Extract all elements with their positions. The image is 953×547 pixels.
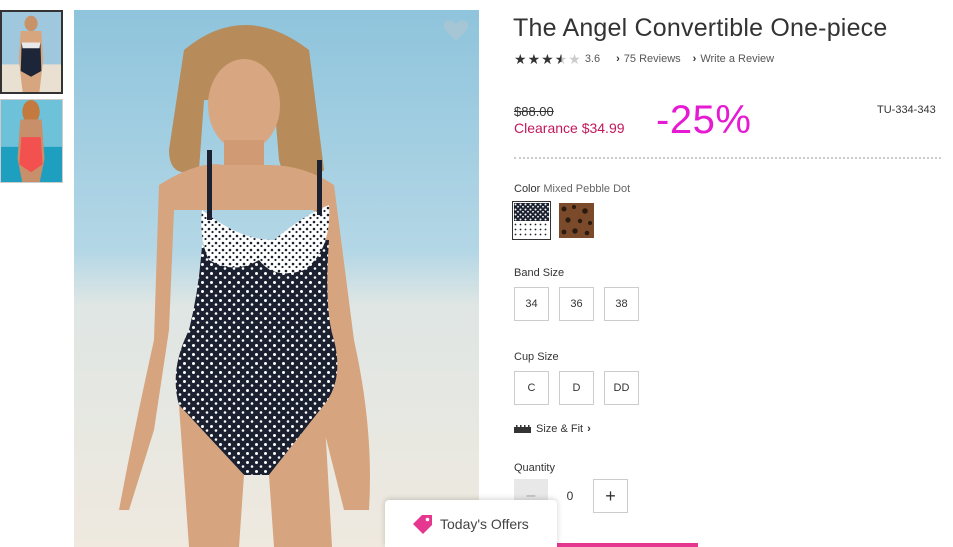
write-review-link[interactable]: › Write a Review <box>693 53 774 65</box>
color-label: Color Mixed Pebble Dot <box>514 183 630 195</box>
cup-size-label: Cup Size <box>514 351 559 363</box>
quantity-label: Quantity <box>514 462 555 474</box>
band-size-34-button[interactable]: 34 <box>514 287 549 321</box>
chevron-right-icon: › <box>616 53 620 65</box>
size-fit-link[interactable]: Size & Fit › <box>514 423 591 435</box>
product-sku: TU-334-343 <box>877 104 936 116</box>
cup-size-c-button[interactable]: C <box>514 371 549 405</box>
rating-row: ★ ★ ★ ★ ★ 3.6 › 75 Reviews › Write a Revie… <box>514 52 786 66</box>
star-icon: ★ <box>514 51 527 67</box>
band-size-36-button[interactable]: 36 <box>559 287 594 321</box>
discount-badge: -25% <box>656 98 752 142</box>
swatch-leopard[interactable] <box>559 203 594 238</box>
ruler-icon <box>514 425 531 433</box>
tag-icon <box>413 514 432 534</box>
star-rating: ★ ★ ★ ★ ★ <box>514 52 581 66</box>
cup-size-dd-button[interactable]: DD <box>604 371 639 405</box>
product-title: The Angel Convertible One-piece <box>513 14 888 42</box>
chevron-right-icon: › <box>587 423 591 435</box>
cup-size-d-button[interactable]: D <box>559 371 594 405</box>
write-review-label: Write a Review <box>700 53 775 65</box>
reviews-link[interactable]: › 75 Reviews <box>616 53 681 65</box>
quantity-value[interactable]: 0 <box>558 489 582 503</box>
thumbnail-back[interactable] <box>0 99 63 183</box>
star-empty-icon: ★ <box>568 51 581 67</box>
color-label-text: Color <box>514 183 541 195</box>
original-price: $88.00 <box>514 104 554 119</box>
thumbnail-front[interactable] <box>0 10 63 94</box>
star-icon: ★ <box>527 51 541 67</box>
band-size-38-button[interactable]: 38 <box>604 287 639 321</box>
star-half-icon: ★ <box>554 51 568 67</box>
todays-offers-label: Today's Offers <box>440 515 529 532</box>
heart-icon[interactable] <box>443 19 469 43</box>
star-icon: ★ <box>541 51 554 67</box>
reviews-link-label: 75 Reviews <box>623 53 681 65</box>
todays-offers-tab[interactable]: Today's Offers <box>385 500 557 547</box>
chevron-right-icon: › <box>692 53 697 65</box>
band-size-label: Band Size <box>514 267 565 279</box>
swatch-mixed-pebble-dot[interactable] <box>512 201 551 240</box>
clearance-price: Clearance $34.99 <box>514 120 625 136</box>
main-product-image[interactable] <box>74 10 479 547</box>
color-selected-value: Mixed Pebble Dot <box>543 183 631 195</box>
divider <box>514 157 941 159</box>
size-fit-label: Size & Fit <box>536 423 584 435</box>
quantity-increment-button[interactable]: + <box>593 479 628 513</box>
rating-value: 3.6 <box>584 53 601 65</box>
